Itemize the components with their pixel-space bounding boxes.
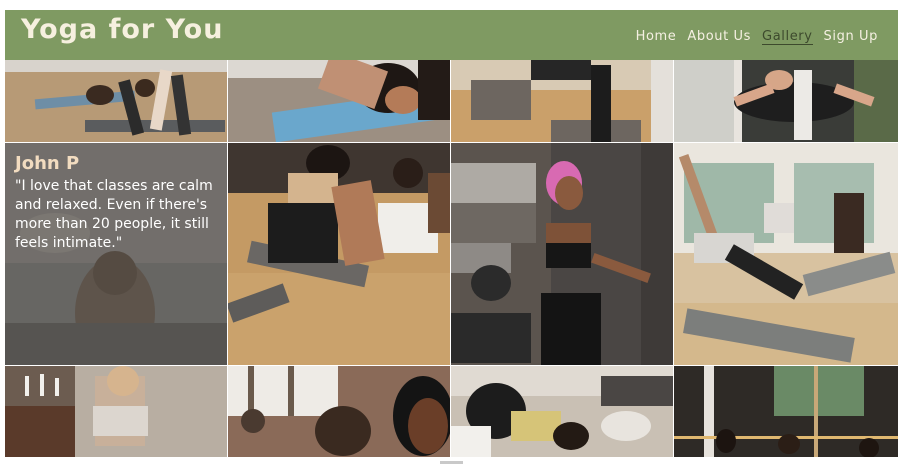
gallery-photo-warrior-pose[interactable] — [451, 60, 673, 142]
site-header: Yoga for You Home About Us Gallery Sign … — [5, 10, 898, 60]
gallery-photo-triangle-pose[interactable] — [674, 143, 898, 365]
gallery-photo-woman-smiling[interactable] — [451, 143, 673, 365]
gallery-photo-studio-group[interactable] — [674, 366, 898, 457]
page: Yoga for You Home About Us Gallery Sign … — [5, 10, 898, 457]
gallery-photo-class-stretch[interactable] — [5, 60, 227, 142]
testimonial-card: John P "I love that classes are calm and… — [5, 143, 227, 365]
site-logo[interactable]: Yoga for You — [21, 14, 223, 45]
testimonial-author: John P — [15, 153, 80, 174]
gallery-photo-woman-mat[interactable] — [228, 60, 450, 142]
gallery-photo-class-brick[interactable] — [228, 366, 450, 457]
nav-gallery[interactable]: Gallery — [762, 29, 813, 45]
nav-about-us[interactable]: About Us — [687, 29, 751, 45]
gallery-photo-aerial-yoga[interactable] — [674, 60, 898, 142]
gallery-photo-meditation[interactable] — [5, 366, 227, 457]
main-nav: Home About Us Gallery Sign Up — [636, 29, 878, 45]
nav-home[interactable]: Home — [636, 29, 677, 45]
photo-gallery: John P "I love that classes are calm and… — [5, 60, 898, 457]
gallery-photo-group-mats[interactable] — [228, 143, 450, 365]
testimonial-quote: "I love that classes are calm and relaxe… — [15, 178, 213, 251]
gallery-photo-forward-fold[interactable] — [451, 366, 673, 457]
nav-sign-up[interactable]: Sign Up — [824, 29, 878, 45]
